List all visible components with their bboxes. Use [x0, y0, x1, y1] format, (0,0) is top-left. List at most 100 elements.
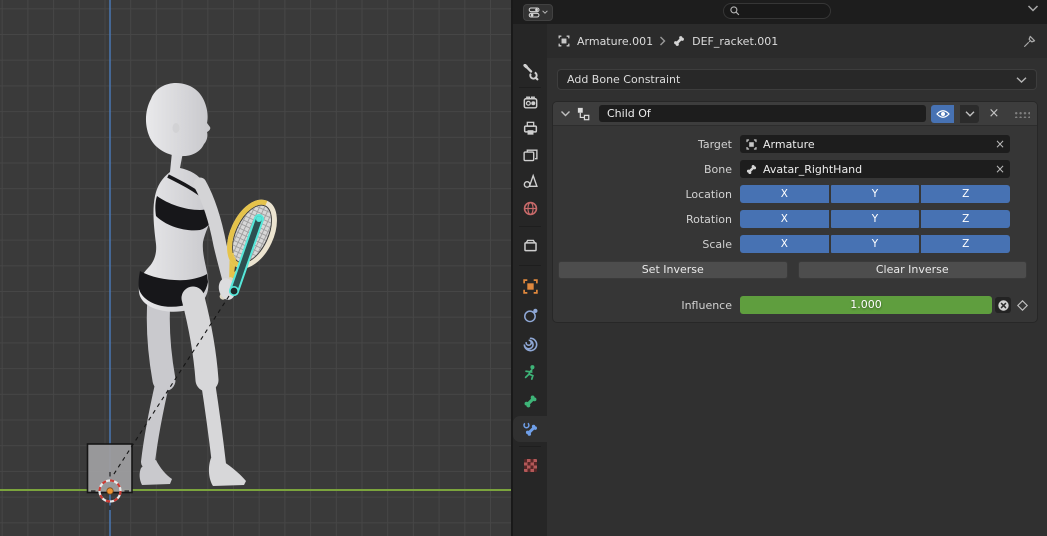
search-icon	[729, 5, 741, 17]
tab-separator	[519, 446, 541, 447]
printer-icon	[522, 120, 539, 137]
tab-separator	[519, 87, 541, 88]
target-field[interactable]: Armature ×	[740, 135, 1010, 153]
tab-object-data[interactable]	[517, 359, 543, 385]
chevron-down-icon	[1016, 77, 1027, 83]
collection-icon	[522, 237, 539, 254]
delete-constraint-button[interactable]: ×	[986, 105, 1002, 123]
keyframe-decorator-button[interactable]	[1014, 297, 1030, 313]
search-input[interactable]	[741, 6, 821, 17]
header-menu-chevron-icon[interactable]	[1027, 5, 1039, 12]
location-z-toggle[interactable]: Z	[921, 185, 1010, 203]
tab-bone-constraints[interactable]	[513, 416, 547, 442]
properties-editor: Armature.001 DEF_racket.001	[513, 0, 1047, 536]
constraint-panel-header[interactable]: Child Of ×	[553, 102, 1037, 126]
chevron-down-icon	[965, 111, 975, 117]
scale-z-toggle[interactable]: Z	[921, 235, 1010, 253]
armature-runner-icon	[522, 364, 539, 381]
blender-window: Armature.001 DEF_racket.001	[0, 0, 1047, 536]
breadcrumb-object[interactable]: Armature.001	[577, 35, 653, 48]
viewport-grid	[0, 0, 513, 536]
view-layer-icon	[522, 147, 539, 164]
bone-field[interactable]: Avatar_RightHand ×	[740, 160, 1010, 178]
constraint-panel-body: Target Armature ×	[553, 126, 1037, 322]
location-x-toggle[interactable]: X	[740, 185, 829, 203]
tab-separator	[519, 226, 541, 227]
constraint-visibility-toggle[interactable]	[931, 105, 954, 123]
breadcrumb-bone[interactable]: DEF_racket.001	[692, 35, 778, 48]
collapse-chevron-icon[interactable]	[560, 110, 571, 117]
location-axis-toggles: X Y Z	[740, 185, 1010, 203]
clear-bone-button[interactable]: ×	[995, 162, 1005, 176]
3d-viewport[interactable]	[0, 0, 513, 536]
bone-constraints-panel-area: Add Bone Constraint	[547, 58, 1047, 536]
scale-label: Scale	[558, 238, 740, 251]
location-y-toggle[interactable]: Y	[831, 185, 920, 203]
tab-output[interactable]	[517, 115, 543, 141]
constraints-spiral-icon	[522, 336, 539, 353]
object-icon	[522, 278, 539, 295]
chevron-down-icon	[542, 10, 548, 14]
pin-icon[interactable]	[1022, 34, 1037, 49]
properties-header-bar	[513, 0, 1047, 24]
rotation-x-toggle[interactable]: X	[740, 210, 829, 228]
tab-bone[interactable]	[517, 388, 543, 414]
scale-y-toggle[interactable]: Y	[831, 235, 920, 253]
tab-scene[interactable]	[517, 168, 543, 194]
bone-constraint-icon	[522, 421, 539, 438]
animate-decorator-button[interactable]	[995, 297, 1011, 313]
tab-tool[interactable]	[517, 59, 543, 85]
clear-inverse-button[interactable]: Clear Inverse	[798, 261, 1028, 279]
tab-object[interactable]	[517, 273, 543, 299]
render-icon	[522, 94, 539, 111]
panel-drag-handle[interactable]	[1013, 110, 1030, 118]
editor-type-button[interactable]	[523, 4, 553, 21]
breadcrumb: Armature.001 DEF_racket.001	[547, 24, 1047, 58]
influence-label: Influence	[558, 299, 740, 312]
object-origin-dot	[107, 488, 113, 494]
scene-icon	[522, 173, 539, 190]
bone-label: Bone	[558, 163, 740, 176]
rotation-axis-toggles: X Y Z	[740, 210, 1010, 228]
physics-icon	[522, 307, 539, 324]
tab-view-layer[interactable]	[517, 142, 543, 168]
clear-target-button[interactable]: ×	[995, 137, 1005, 151]
influence-slider[interactable]: 1.000	[740, 296, 992, 314]
object-data-icon	[745, 138, 758, 151]
child-of-constraint-icon	[576, 106, 591, 121]
rotation-y-toggle[interactable]: Y	[831, 210, 920, 228]
tab-texture[interactable]	[517, 452, 543, 478]
target-plane-object[interactable]	[88, 444, 133, 493]
bone-icon	[522, 393, 539, 410]
texture-checker-icon	[524, 459, 537, 472]
constraint-name-field[interactable]: Child Of	[599, 105, 926, 122]
add-bone-constraint-button[interactable]: Add Bone Constraint	[557, 69, 1037, 90]
target-label: Target	[558, 138, 740, 151]
constraint-extras-dropdown[interactable]	[960, 105, 979, 123]
properties-tab-strip	[513, 24, 547, 536]
tab-object-constraints[interactable]	[517, 331, 543, 357]
rotation-label: Rotation	[558, 213, 740, 226]
set-inverse-button[interactable]: Set Inverse	[558, 261, 788, 279]
diamond-icon	[1016, 299, 1029, 312]
scale-x-toggle[interactable]: X	[740, 235, 829, 253]
rotation-z-toggle[interactable]: Z	[921, 210, 1010, 228]
tab-separator	[519, 265, 541, 266]
circle-x-icon	[997, 299, 1010, 312]
properties-editor-icon	[528, 6, 541, 19]
search-field[interactable]	[723, 3, 831, 19]
tab-physics[interactable]	[517, 302, 543, 328]
tab-collection[interactable]	[517, 232, 543, 258]
bone-crumb-icon	[672, 34, 686, 48]
world-icon	[522, 200, 539, 217]
child-of-constraint-panel: Child Of ×	[552, 101, 1038, 323]
tab-render[interactable]	[517, 89, 543, 115]
object-data-icon	[557, 34, 571, 48]
chevron-right-icon	[659, 36, 666, 46]
tool-icon	[522, 64, 539, 81]
tab-world[interactable]	[517, 195, 543, 221]
eye-icon	[936, 109, 950, 119]
location-label: Location	[558, 188, 740, 201]
bone-icon	[745, 163, 758, 176]
scale-axis-toggles: X Y Z	[740, 235, 1010, 253]
